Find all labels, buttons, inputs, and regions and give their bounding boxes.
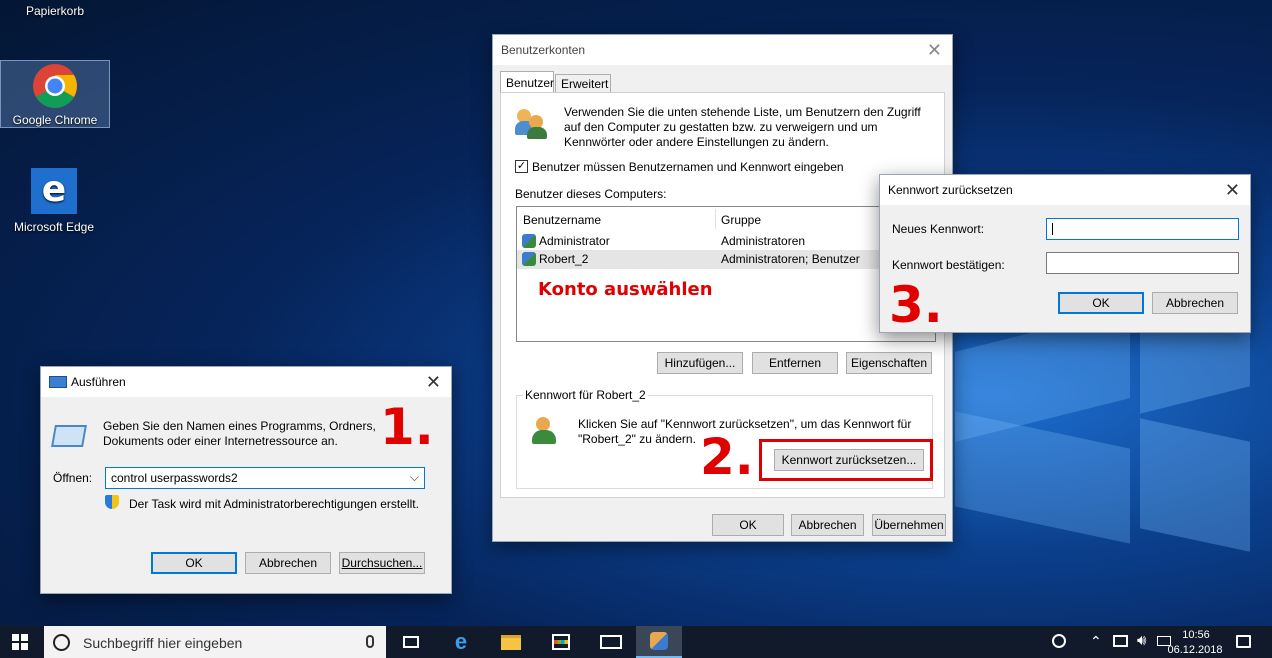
clock-time[interactable]: 10:56 xyxy=(1176,629,1216,641)
chevron-down-icon[interactable]: ⌵ xyxy=(410,470,419,485)
reset-ok-button[interactable]: OK xyxy=(1058,292,1144,314)
step-number: 3. xyxy=(889,276,943,334)
row-username: Robert_2 xyxy=(539,252,589,266)
add-user-button[interactable]: Hinzufügen... xyxy=(657,352,743,374)
users-heading: Benutzer dieses Computers: xyxy=(515,187,667,201)
run-program-icon xyxy=(51,425,87,447)
start-button[interactable] xyxy=(0,626,40,658)
run-app-icon xyxy=(49,376,67,388)
recycle-bin-icon[interactable]: Papierkorb xyxy=(20,4,90,18)
tab-label: Benutzer xyxy=(506,76,555,90)
shield-icon xyxy=(105,495,119,509)
ua-cancel-button[interactable]: Abbrechen xyxy=(791,514,864,536)
step-number: 1. xyxy=(380,398,434,456)
mail-icon[interactable] xyxy=(588,626,634,658)
network-icon[interactable] xyxy=(1113,635,1128,647)
task-view-icon[interactable] xyxy=(388,626,434,658)
browse-button[interactable]: Durchsuchen... xyxy=(339,552,425,574)
row-group: Administratoren xyxy=(721,234,806,248)
table-row[interactable]: Robert_2 Administratoren; Benutzer xyxy=(517,250,935,269)
ua-apply-button[interactable]: Übernehmen xyxy=(872,514,946,536)
table-row[interactable]: Administrator Administratoren xyxy=(517,232,935,250)
users-list[interactable]: Benutzername Gruppe Administrator Admini… xyxy=(516,206,936,342)
tab-label: Erweitert xyxy=(561,77,609,91)
file-explorer-icon[interactable] xyxy=(488,626,534,658)
people-icon[interactable] xyxy=(1052,634,1066,648)
row-group: Administratoren; Benutzer xyxy=(721,252,860,266)
close-icon[interactable]: ✕ xyxy=(426,372,441,393)
clock-date[interactable]: 06.12.2018 xyxy=(1160,644,1230,656)
taskbar-search[interactable]: Suchbegriff hier eingeben xyxy=(44,626,386,658)
select-account-annotation: Konto auswählen xyxy=(538,279,713,300)
reset-cancel-button[interactable]: Abbrechen xyxy=(1152,292,1238,314)
confirm-password-label: Kennwort bestätigen: xyxy=(892,258,1005,272)
volume-icon[interactable]: 🔊︎ xyxy=(1137,632,1146,649)
open-input-value: control userpasswords2 xyxy=(111,471,238,485)
taskbar: Suchbegriff hier eingeben e ⌃ 🔊︎ 10:56 0… xyxy=(0,626,1272,658)
edge-icon: e xyxy=(31,168,77,214)
close-icon[interactable]: ✕ xyxy=(927,40,942,61)
windows-icon xyxy=(12,634,28,650)
column-divider xyxy=(715,209,716,229)
microphone-icon[interactable] xyxy=(366,635,374,648)
remove-user-button[interactable]: Entfernen xyxy=(752,352,838,374)
open-label: Öffnen: xyxy=(53,471,93,485)
user-icon xyxy=(522,234,536,248)
password-group-title: Kennwort für Robert_2 xyxy=(523,388,648,402)
tab-erweitert[interactable]: Erweitert xyxy=(555,74,611,93)
wallpaper-beam xyxy=(955,411,1130,544)
user-icon xyxy=(522,252,536,266)
new-password-field[interactable] xyxy=(1046,218,1239,240)
step-number: 2. xyxy=(700,428,754,486)
column-header-group[interactable]: Gruppe xyxy=(721,213,761,227)
close-icon[interactable]: ✕ xyxy=(1225,180,1240,201)
cortana-icon xyxy=(53,634,70,651)
properties-button[interactable]: Eigenschaften xyxy=(846,352,932,374)
row-username: Administrator xyxy=(539,234,610,248)
ua-intro: Verwenden Sie die unten stehende Liste, … xyxy=(564,105,921,149)
open-input[interactable]: control userpasswords2 ⌵ xyxy=(105,467,425,489)
confirm-password-field[interactable] xyxy=(1046,252,1239,274)
chrome-icon xyxy=(33,64,77,108)
ua-titlebar: Benutzerkonten ✕ xyxy=(493,35,952,65)
reset-titlebar: Kennwort zurücksetzen ✕ xyxy=(880,175,1250,205)
user-accounts-taskbar-icon[interactable] xyxy=(636,626,682,658)
run-ok-button[interactable]: OK xyxy=(151,552,237,574)
run-cancel-button[interactable]: Abbrechen xyxy=(245,552,331,574)
text-cursor xyxy=(1052,223,1053,235)
desktop-icon-label: Microsoft Edge xyxy=(13,220,95,234)
store-icon[interactable] xyxy=(538,626,584,658)
chevron-up-icon[interactable]: ⌃ xyxy=(1090,633,1102,650)
ua-ok-button[interactable]: OK xyxy=(712,514,784,536)
new-password-label: Neues Kennwort: xyxy=(892,222,985,236)
tab-benutzer[interactable]: Benutzer xyxy=(500,71,554,93)
user-key-icon xyxy=(530,415,560,445)
desktop-icon-label: Google Chrome xyxy=(12,113,98,127)
desktop-icon-edge[interactable]: e Microsoft Edge xyxy=(4,168,104,238)
admin-note: Der Task wird mit Administratorberechtig… xyxy=(129,497,419,511)
desktop-icon-chrome[interactable]: Google Chrome xyxy=(0,60,110,128)
require-login-checkbox[interactable]: ✓ xyxy=(515,160,528,173)
action-center-icon[interactable] xyxy=(1236,635,1251,648)
recycle-bin-label: Papierkorb xyxy=(25,4,85,18)
highlight-box xyxy=(759,439,933,481)
require-login-label: Benutzer müssen Benutzernamen und Kennwo… xyxy=(532,160,844,174)
column-header-username[interactable]: Benutzername xyxy=(523,213,601,227)
users-icon xyxy=(515,107,551,139)
run-title: Ausführen xyxy=(71,375,126,389)
reset-title: Kennwort zurücksetzen xyxy=(888,183,1013,197)
run-titlebar: Ausführen ✕ xyxy=(41,367,451,397)
run-description: Geben Sie den Namen eines Programms, Ord… xyxy=(103,419,376,448)
ua-title: Benutzerkonten xyxy=(501,43,586,57)
edge-taskbar-icon[interactable]: e xyxy=(438,626,484,658)
wallpaper-beam xyxy=(1140,418,1250,552)
search-placeholder: Suchbegriff hier eingeben xyxy=(83,635,243,651)
